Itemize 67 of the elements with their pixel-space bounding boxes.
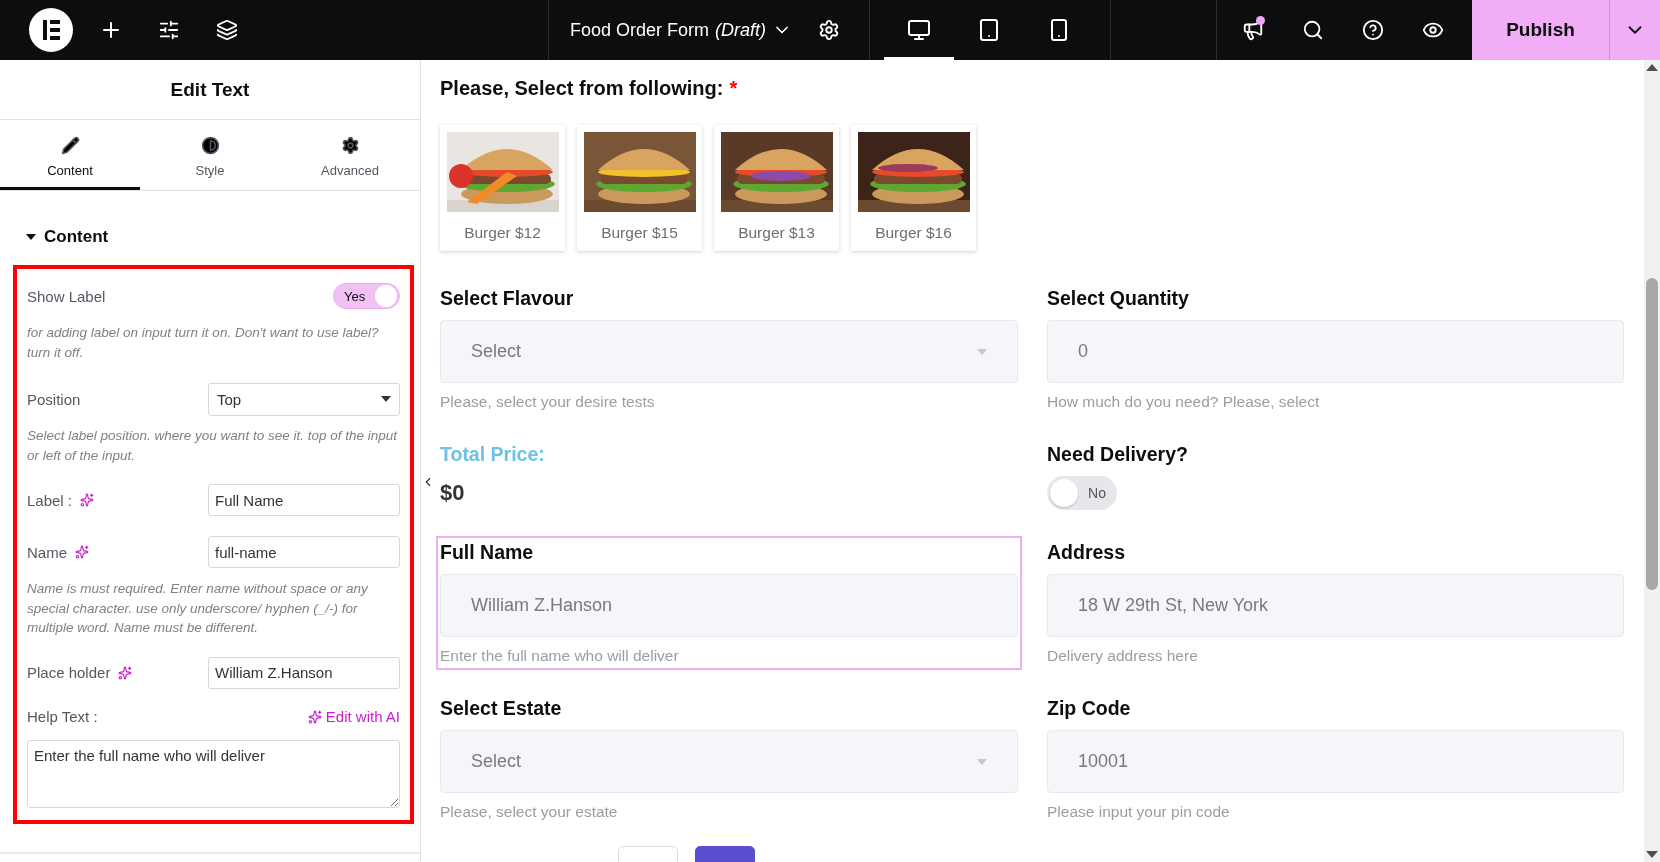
section-header[interactable]: Content: [0, 191, 420, 247]
sparkle-icon: [307, 709, 322, 724]
field-label: Select Estate: [440, 696, 563, 720]
publish-button[interactable]: Publish: [1472, 0, 1609, 60]
help-text: Please input your pin code: [1047, 802, 1231, 822]
help-text: Please, select your desire tests: [440, 392, 656, 412]
product-card[interactable]: Burger $12: [440, 125, 565, 251]
help-note: Select label position. where you want to see it. top of the input or left of the input.: [27, 427, 399, 465]
panel-tab[interactable]: Advanced: [280, 120, 420, 190]
product-card[interactable]: Burger $16: [851, 125, 976, 251]
help-note: Name is must required. Enter name without space or any special character. use only underscore/ hyphen (_/-) for multiple word. Name must be different.: [27, 580, 369, 637]
help-text: Enter the full name who will deliver: [440, 646, 680, 666]
logo-icon[interactable]: [29, 8, 73, 52]
help-text: Delivery address here: [1047, 646, 1199, 666]
panel-tab[interactable]: Content: [0, 120, 140, 190]
price-value: $0: [440, 480, 466, 506]
input-field[interactable]: William Z.Hanson: [440, 574, 1018, 637]
settings-icon: [340, 135, 360, 155]
control-label: Name: [27, 543, 67, 561]
control-label: Help Text :: [27, 708, 98, 725]
form-field[interactable]: Select Estate Select Please, select your estate: [436, 692, 1022, 826]
field-label: Address: [1047, 540, 1127, 564]
toggle-switch[interactable]: Yes: [333, 283, 400, 309]
dropdown[interactable]: Top: [208, 382, 400, 416]
help-note: for adding label on input turn it on. Don't want to use label? turn it off.: [27, 324, 380, 362]
control-label: Place holder: [27, 664, 111, 681]
form-field[interactable]: Address 18 W 29th St, New York Delivery address here: [1043, 536, 1628, 670]
input-field[interactable]: full-name: [208, 536, 400, 568]
form-heading: Please, Select from following: *: [440, 77, 739, 100]
field-label: Select Quantity: [1047, 286, 1190, 310]
product-card[interactable]: Burger $15: [577, 125, 702, 251]
field-label: Full Name: [440, 540, 535, 564]
product-card[interactable]: Burger $13: [714, 125, 839, 251]
page-title-button[interactable]: Food Order Form (Draft): [570, 19, 793, 41]
sparkle-icon[interactable]: [75, 545, 89, 559]
control-label: Show Label: [27, 287, 106, 305]
sparkle-icon[interactable]: [80, 493, 95, 507]
pencil-icon: [60, 135, 80, 155]
input-field[interactable]: 10001: [1047, 730, 1624, 793]
select-field[interactable]: Select: [440, 730, 1018, 793]
input-field[interactable]: 0: [1047, 320, 1624, 383]
form-field[interactable]: Select Flavour Select Please, select your desire tests: [436, 282, 1022, 416]
contrast-icon: [200, 135, 220, 155]
edit-with-ai-link[interactable]: Edit with AI: [307, 708, 400, 725]
help-text-field[interactable]: Enter the full name who will deliver: [27, 739, 400, 808]
form-field[interactable]: Select Quantity 0 How much do you need? Please, select: [1043, 282, 1628, 416]
sparkle-icon[interactable]: [118, 665, 133, 680]
input-field[interactable]: William Z.Hanson: [208, 656, 400, 689]
control-label: Position: [27, 390, 81, 408]
field-label: Zip Code: [1047, 696, 1132, 720]
form-field[interactable]: Zip Code 10001 Please input your pin code: [1043, 692, 1628, 826]
panel-tab[interactable]: Style: [140, 120, 280, 190]
field-label: Select Flavour: [440, 286, 575, 310]
panel-title: Edit Text: [0, 60, 420, 120]
scrollbar[interactable]: [1644, 60, 1660, 862]
help-text: How much do you need? Please, select: [1047, 392, 1321, 412]
control-label: Label :: [27, 491, 73, 509]
price-label: Total Price:: [440, 442, 546, 466]
select-field[interactable]: Select: [440, 320, 1018, 383]
input-field[interactable]: Full Name: [208, 484, 400, 516]
input-field[interactable]: 18 W 29th St, New York: [1047, 574, 1624, 637]
help-text: Please, select your estate: [440, 802, 619, 822]
toggle-switch[interactable]: No: [1047, 476, 1117, 510]
form-field[interactable]: Full Name William Z.Hanson Enter the full name who will deliver: [436, 536, 1022, 670]
form-field[interactable]: Need Delivery? No: [1043, 438, 1628, 514]
field-label: Need Delivery?: [1047, 442, 1189, 466]
form-field[interactable]: Total Price: $0: [436, 438, 1022, 514]
